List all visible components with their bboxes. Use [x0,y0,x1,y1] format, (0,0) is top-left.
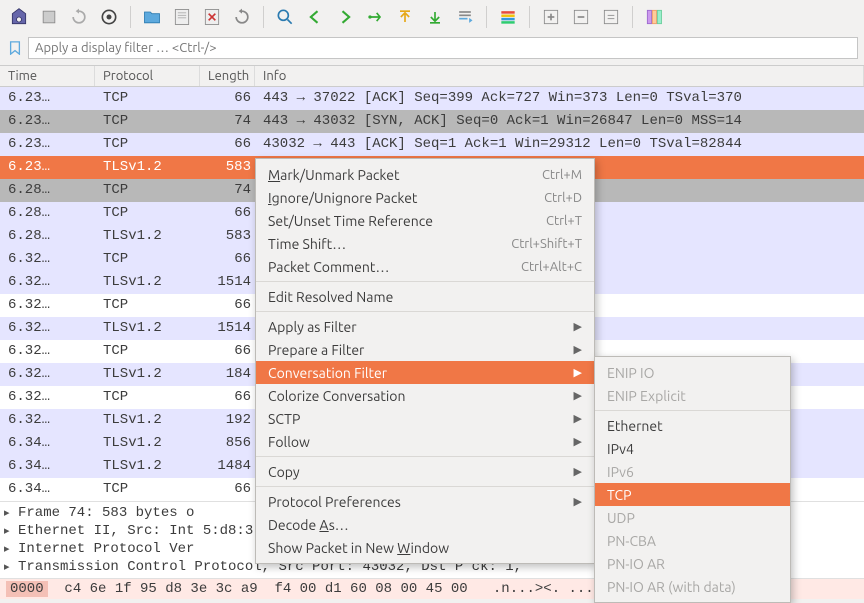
zoom-reset-icon[interactable] [598,4,624,30]
menu-item[interactable]: Follow▶ [256,430,594,453]
chevron-right-icon: ▶ [574,320,582,333]
packet-row[interactable]: 6.23…TCP66443 → 37022 [ACK] Seq=399 Ack=… [0,87,864,110]
header-time[interactable]: Time [0,66,95,86]
menu-item[interactable]: Ignore/Unignore PacketCtrl+D [256,186,594,209]
menu-item[interactable]: Colorize Conversation▶ [256,384,594,407]
hex-bytes: c4 6e 1f 95 d8 3e 3c a9 f4 00 d1 60 08 0… [48,581,468,597]
filter-bar [0,34,864,65]
expand-icon[interactable]: ▸ [4,506,16,520]
menu-item[interactable]: Packet Comment…Ctrl+Alt+C [256,255,594,278]
menu-item[interactable]: Prepare a Filter▶ [256,338,594,361]
submenu-item: UDP [595,506,790,529]
colorize-icon[interactable] [495,4,521,30]
expand-icon[interactable]: ▸ [4,524,16,538]
chevron-right-icon: ▶ [574,366,582,379]
submenu-item[interactable]: Ethernet [595,414,790,437]
packet-row[interactable]: 6.23…TCP74443 → 43032 [SYN, ACK] Seq=0 A… [0,110,864,133]
display-filter-input[interactable] [28,37,858,59]
reload-icon[interactable] [229,4,255,30]
expand-icon[interactable]: ▸ [4,560,16,574]
goto-packet-icon[interactable] [362,4,388,30]
chevron-right-icon: ▶ [574,495,582,508]
header-protocol[interactable]: Protocol [95,66,200,86]
expand-icon[interactable]: ▸ [4,542,16,556]
capture-options-icon[interactable] [96,4,122,30]
submenu-item: PN-IO AR (with data) [595,575,790,598]
chevron-right-icon: ▶ [574,435,582,448]
open-file-icon[interactable] [139,4,165,30]
context-menu: Mark/Unmark PacketCtrl+MIgnore/Unignore … [255,158,595,564]
resize-columns-icon[interactable] [641,4,667,30]
goto-last-icon[interactable] [422,4,448,30]
header-info[interactable]: Info [255,66,864,86]
capture-stop-icon[interactable] [36,4,62,30]
hex-offset: 0000 [6,581,48,597]
packet-list-header: Time Protocol Length Info [0,66,864,87]
find-icon[interactable] [272,4,298,30]
zoom-in-icon[interactable] [538,4,564,30]
menu-item[interactable]: Edit Resolved Name [256,285,594,308]
capture-restart-icon[interactable] [66,4,92,30]
packet-row[interactable]: 6.23…TCP6643032 → 443 [ACK] Seq=1 Ack=1 … [0,133,864,156]
submenu-item: PN-CBA [595,529,790,552]
menu-item[interactable]: SCTP▶ [256,407,594,430]
save-file-icon[interactable] [169,4,195,30]
submenu-item: ENIP Explicit [595,384,790,407]
menu-item[interactable]: Protocol Preferences▶ [256,490,594,513]
chevron-right-icon: ▶ [574,412,582,425]
goto-first-icon[interactable] [392,4,418,30]
submenu-item[interactable]: IPv4 [595,437,790,460]
menu-item[interactable]: Apply as Filter▶ [256,315,594,338]
menu-item[interactable]: Copy▶ [256,460,594,483]
submenu-item[interactable]: TCP [595,483,790,506]
submenu-item: ENIP IO [595,361,790,384]
go-forward-icon[interactable] [332,4,358,30]
auto-scroll-icon[interactable] [452,4,478,30]
conversation-filter-submenu: ENIP IOENIP Explicit EthernetIPv4IPv6TCPU… [594,356,791,603]
submenu-item: PN-IO AR [595,552,790,575]
submenu-item: IPv6 [595,460,790,483]
close-file-icon[interactable] [199,4,225,30]
menu-item[interactable]: Decode As… [256,513,594,536]
capture-start-icon[interactable] [6,4,32,30]
chevron-right-icon: ▶ [574,465,582,478]
go-back-icon[interactable] [302,4,328,30]
chevron-right-icon: ▶ [574,389,582,402]
menu-item[interactable]: Mark/Unmark PacketCtrl+M [256,163,594,186]
menu-item[interactable]: Conversation Filter▶ [256,361,594,384]
chevron-right-icon: ▶ [574,343,582,356]
menu-item[interactable]: Show Packet in New Window [256,536,594,559]
zoom-out-icon[interactable] [568,4,594,30]
menu-item[interactable]: Time Shift…Ctrl+Shift+T [256,232,594,255]
menu-item[interactable]: Set/Unset Time ReferenceCtrl+T [256,209,594,232]
bookmark-icon[interactable] [6,39,24,57]
main-toolbar [0,0,864,34]
header-length[interactable]: Length [200,66,255,86]
